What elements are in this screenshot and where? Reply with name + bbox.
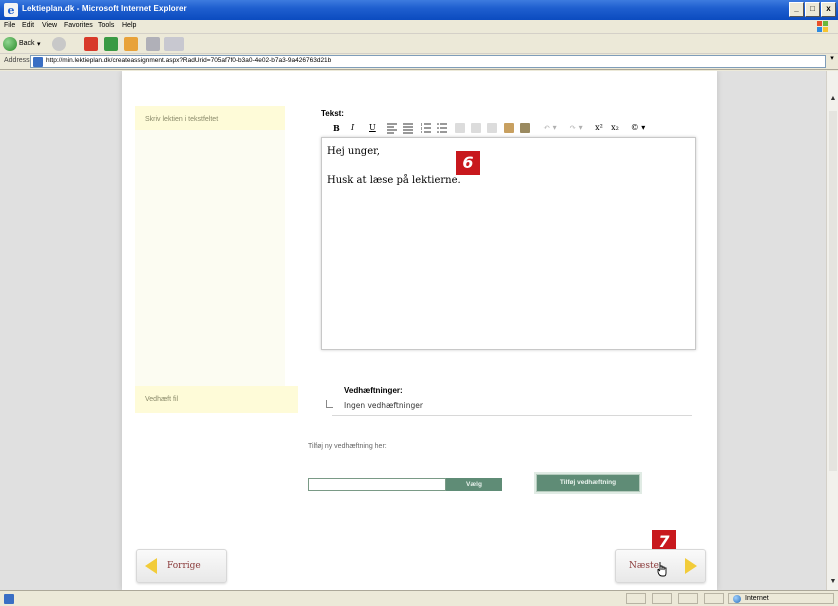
paste-icon[interactable] bbox=[520, 123, 530, 133]
back-arrow-icon bbox=[3, 37, 17, 51]
cut-icon[interactable] bbox=[487, 123, 497, 133]
next-label: Næste bbox=[629, 561, 659, 571]
scroll-thumb[interactable] bbox=[829, 111, 837, 471]
menu-tools[interactable]: Tools bbox=[98, 22, 114, 29]
address-url[interactable]: http://min.lektieplan.dk/createassignmen… bbox=[46, 57, 331, 64]
back-dropdown-icon[interactable]: ▾ bbox=[37, 40, 41, 48]
status-bar: Internet bbox=[0, 590, 838, 606]
status-panel-1 bbox=[626, 593, 646, 604]
copy-icon[interactable] bbox=[504, 123, 514, 133]
add-attachment-button[interactable]: Tilføj vedhæftning bbox=[536, 474, 640, 492]
undo-button[interactable]: ↶ ▾ bbox=[539, 122, 561, 134]
vertical-scrollbar[interactable]: ▲ ▼ bbox=[826, 71, 838, 590]
back-label: Back bbox=[19, 40, 35, 47]
italic-button[interactable]: I bbox=[351, 122, 354, 134]
write-assignment-label: Skriv lektien i tekstfeltet bbox=[135, 106, 285, 130]
security-zone: Internet bbox=[728, 593, 834, 604]
home-icon[interactable] bbox=[124, 37, 138, 51]
rich-text-editor[interactable]: Hej unger, Husk at læse på lektierne. bbox=[321, 137, 696, 350]
unordered-list-icon[interactable] bbox=[437, 122, 447, 134]
zone-label: Internet bbox=[745, 595, 769, 602]
close-button[interactable]: x bbox=[821, 2, 836, 17]
superscript-button[interactable]: x² bbox=[593, 122, 605, 134]
underline-button[interactable]: U bbox=[369, 122, 376, 134]
choose-file-button[interactable]: Vælg bbox=[446, 478, 502, 491]
maximize-button[interactable]: □ bbox=[805, 2, 820, 17]
previous-button[interactable]: Forrige bbox=[136, 549, 227, 583]
ie-logo-icon: e bbox=[4, 3, 18, 17]
left-column-bg bbox=[135, 106, 285, 391]
align-left-icon[interactable] bbox=[387, 122, 397, 134]
arrow-left-icon bbox=[145, 558, 157, 574]
attachments-heading: Vedhæftninger: bbox=[344, 386, 403, 395]
edit-page-icon[interactable] bbox=[164, 37, 184, 51]
menu-bar: File Edit View Favorites Tools Help bbox=[0, 20, 838, 34]
previous-label: Forrige bbox=[167, 561, 201, 571]
forward-arrow-icon bbox=[52, 37, 66, 51]
attachment-check-icon bbox=[326, 400, 333, 408]
menu-help[interactable]: Help bbox=[122, 22, 136, 29]
address-label: Address bbox=[4, 57, 30, 64]
redo-button[interactable]: ↷ ▾ bbox=[565, 122, 587, 134]
menu-file[interactable]: File bbox=[4, 22, 15, 29]
print-icon[interactable] bbox=[146, 37, 160, 51]
menu-favorites[interactable]: Favorites bbox=[64, 22, 93, 29]
editor-toolbar: B I U ↶ ▾ ↷ ▾ x² x₂ © ▾ bbox=[321, 121, 701, 135]
menu-edit[interactable]: Edit bbox=[22, 22, 34, 29]
window-title: Lektieplan.dk - Microsoft Internet Explo… bbox=[22, 4, 187, 13]
minimize-button[interactable]: _ bbox=[789, 2, 804, 17]
indent-icon[interactable] bbox=[471, 123, 481, 133]
scroll-up-icon[interactable]: ▲ bbox=[828, 93, 838, 105]
align-justify-icon[interactable] bbox=[403, 122, 413, 134]
back-button[interactable]: Back ▾ bbox=[3, 36, 45, 52]
assignment-page: Skriv lektien i tekstfeltet Tekst: B I U… bbox=[122, 71, 717, 590]
globe-icon bbox=[733, 595, 741, 603]
callout-marker-6: 6 bbox=[456, 151, 480, 175]
windows-logo-icon bbox=[817, 21, 828, 32]
outdent-icon[interactable] bbox=[455, 123, 465, 133]
svg-text:e: e bbox=[8, 4, 15, 17]
attachments-empty-text: Ingen vedhæftninger bbox=[344, 401, 423, 410]
status-panel-2 bbox=[652, 593, 672, 604]
add-attachment-label: Tilføj ny vedhæftning her: bbox=[308, 443, 387, 450]
special-chars-button[interactable]: © ▾ bbox=[627, 122, 649, 134]
attach-file-label: Vedhæft fil bbox=[135, 386, 298, 413]
editor-title: Tekst: bbox=[321, 109, 344, 118]
status-panel-3 bbox=[678, 593, 698, 604]
page-icon bbox=[33, 57, 43, 67]
page-status-icon bbox=[4, 594, 14, 604]
address-input[interactable]: http://min.lektieplan.dk/createassignmen… bbox=[30, 55, 826, 68]
bold-button[interactable]: B bbox=[333, 122, 340, 134]
arrow-right-icon bbox=[685, 558, 697, 574]
address-dropdown-icon[interactable]: ▾ bbox=[827, 54, 837, 65]
scroll-down-icon[interactable]: ▼ bbox=[828, 576, 838, 588]
file-path-input[interactable] bbox=[308, 478, 446, 491]
stop-icon[interactable] bbox=[84, 37, 98, 51]
window-controls: _ □ x bbox=[789, 2, 836, 17]
standard-toolbar: Back ▾ bbox=[0, 34, 838, 54]
browser-window: e Lektieplan.dk - Microsoft Internet Exp… bbox=[0, 0, 838, 606]
subscript-button[interactable]: x₂ bbox=[609, 122, 621, 134]
editor-line-2[interactable]: Husk at læse på lektierne. bbox=[327, 175, 461, 186]
title-bar: e Lektieplan.dk - Microsoft Internet Exp… bbox=[0, 0, 838, 20]
hand-cursor-icon bbox=[657, 562, 667, 577]
menu-view[interactable]: View bbox=[42, 22, 57, 29]
forward-button[interactable] bbox=[52, 36, 76, 52]
editor-line-1[interactable]: Hej unger, bbox=[327, 146, 380, 157]
attachments-divider bbox=[332, 415, 692, 416]
status-panel-4 bbox=[704, 593, 724, 604]
content-viewport: Skriv lektien i tekstfeltet Tekst: B I U… bbox=[0, 71, 826, 590]
refresh-icon[interactable] bbox=[104, 37, 118, 51]
address-bar: Address http://min.lektieplan.dk/createa… bbox=[0, 54, 838, 70]
ordered-list-icon[interactable] bbox=[421, 122, 431, 134]
